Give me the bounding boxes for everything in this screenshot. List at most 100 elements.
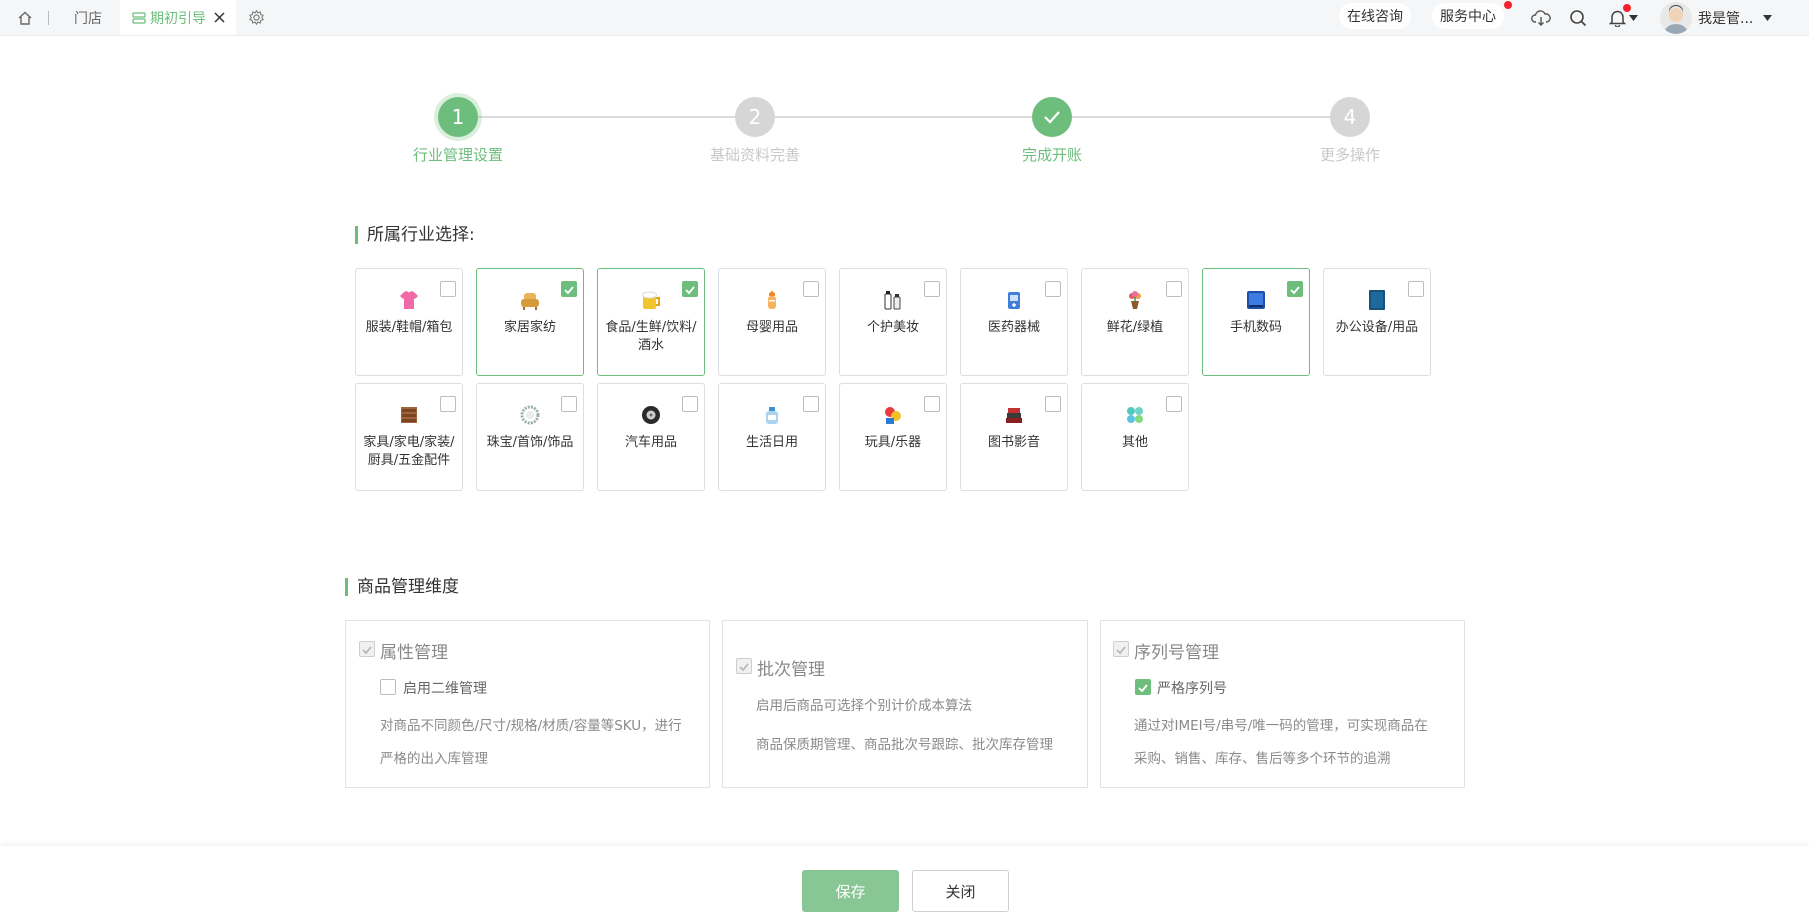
industry-section-title: 所属行业选择: — [355, 226, 475, 244]
step-connector — [1052, 116, 1350, 118]
dimension-section-title: 商品管理维度 — [345, 578, 459, 596]
online-consult-label: 在线咨询 — [1347, 9, 1403, 25]
tab-store[interactable]: 门店 — [58, 0, 118, 35]
industry-checkbox[interactable] — [803, 281, 819, 297]
service-center-button[interactable]: 服务中心 — [1432, 3, 1504, 29]
industry-card[interactable]: 图书影音 — [960, 383, 1068, 491]
step-2-label: 基础资料完善 — [709, 146, 800, 164]
industry-card[interactable]: 家居家纺 — [476, 268, 584, 376]
batch-checkbox[interactable] — [736, 658, 752, 674]
save-button[interactable]: 保存 — [802, 870, 899, 912]
industry-card[interactable]: 母婴用品 — [718, 268, 826, 376]
download-button[interactable] — [1530, 0, 1552, 35]
industry-card[interactable]: 手机数码 — [1202, 268, 1310, 376]
industry-label: 母婴用品 — [745, 320, 798, 335]
industry-label: 办公设备/用品 — [1335, 320, 1419, 335]
step-3-check-icon[interactable] — [1032, 97, 1072, 137]
industry-checkbox[interactable] — [1408, 281, 1424, 297]
industry-label: 手机数码 — [1229, 320, 1282, 335]
industry-label: 其他 — [1121, 435, 1148, 450]
home-icon — [17, 10, 33, 26]
serial-desc-line: 采购、销售、库存、售后等多个环节的追溯 — [1134, 751, 1391, 767]
industry-checkbox[interactable] — [440, 281, 456, 297]
industry-checkbox[interactable] — [682, 396, 698, 412]
industry-card[interactable]: 生活日用 — [718, 383, 826, 491]
industry-card[interactable]: 其他 — [1081, 383, 1189, 491]
industry-checkbox[interactable] — [924, 396, 940, 412]
strict-serial-label: 严格序列号 — [1157, 681, 1227, 697]
attribute-description: 对商品不同颜色/尺寸/规格/材质/容量等SKU，进行 严格的出入库管理 — [380, 710, 682, 776]
industry-label: 玩具/乐器 — [864, 435, 922, 450]
industry-card[interactable]: 服装/鞋帽/箱包 — [355, 268, 463, 376]
industry-checkbox[interactable] — [1287, 281, 1303, 297]
serial-description: 通过对IMEI号/串号/唯一码的管理，可实现商品在 采购、销售、库存、售后等多个… — [1134, 710, 1428, 776]
user-name: 我是管... — [1698, 10, 1754, 27]
step-number: 2 — [748, 105, 762, 129]
search-icon — [1569, 9, 1587, 27]
medicine-icon — [1002, 288, 1026, 312]
industry-checkbox[interactable] — [1045, 281, 1061, 297]
industry-label: 服装/鞋帽/箱包 — [365, 320, 453, 335]
industry-label: 医药器械 — [987, 320, 1040, 335]
industry-card[interactable]: 玩具/乐器 — [839, 383, 947, 491]
batch-panel: 批次管理 启用后商品可选择个别计价成本算法 商品保质期管理、商品批次号跟踪、批次… — [722, 620, 1088, 788]
industry-label: 生活日用 — [745, 435, 798, 450]
notification-badge — [1623, 4, 1631, 12]
close-button[interactable]: 关闭 — [912, 870, 1009, 912]
footer-bar — [0, 846, 1809, 923]
tire-icon — [639, 403, 663, 427]
cabinet-icon — [397, 403, 421, 427]
attribute-title: 属性管理 — [380, 643, 448, 663]
industry-card[interactable]: 珠宝/首饰/饰品 — [476, 383, 584, 491]
industry-card[interactable]: 汽车用品 — [597, 383, 705, 491]
settings-button[interactable] — [244, 0, 268, 35]
attribute-checkbox[interactable] — [359, 641, 375, 657]
industry-card[interactable]: 个护美妆 — [839, 268, 947, 376]
industry-card[interactable]: 家具/家电/家装/厨具/五金配件 — [355, 383, 463, 491]
step-1-circle[interactable]: 1 — [438, 97, 478, 137]
industry-card[interactable]: 食品/生鲜/饮料/酒水 — [597, 268, 705, 376]
office-icon — [1365, 288, 1389, 312]
two-dim-checkbox[interactable] — [380, 679, 396, 695]
bell-icon — [1608, 9, 1626, 27]
industry-checkbox[interactable] — [803, 396, 819, 412]
server-icon — [132, 11, 146, 25]
industry-checkbox[interactable] — [924, 281, 940, 297]
industry-checkbox[interactable] — [1166, 396, 1182, 412]
industry-label: 家具/家电/家装/厨具/五金配件 — [363, 435, 455, 468]
home-tab[interactable] — [0, 0, 50, 35]
industry-checkbox[interactable] — [1166, 281, 1182, 297]
industry-checkbox[interactable] — [440, 396, 456, 412]
industry-checkbox[interactable] — [1045, 396, 1061, 412]
serial-panel: 序列号管理 严格序列号 通过对IMEI号/串号/唯一码的管理，可实现商品在 采购… — [1100, 620, 1465, 788]
online-consult-button[interactable]: 在线咨询 — [1339, 3, 1411, 29]
user-menu[interactable]: 我是管... — [1660, 0, 1808, 35]
industry-card[interactable]: 办公设备/用品 — [1323, 268, 1431, 376]
industry-card[interactable]: 鲜花/绿植 — [1081, 268, 1189, 376]
caret-down-icon — [1628, 14, 1638, 21]
tab-guide[interactable]: 期初引导 — [120, 0, 236, 35]
industry-checkbox[interactable] — [561, 281, 577, 297]
step-4-circle[interactable]: 4 — [1330, 97, 1370, 137]
serial-checkbox[interactable] — [1113, 641, 1129, 657]
industry-card[interactable]: 医药器械 — [960, 268, 1068, 376]
baby-bottle-icon — [760, 288, 784, 312]
service-center-label: 服务中心 — [1440, 9, 1496, 25]
serial-desc-line: 通过对IMEI号/串号/唯一码的管理，可实现商品在 — [1134, 718, 1428, 734]
clothing-icon — [397, 288, 421, 312]
jewelry-icon — [518, 403, 542, 427]
strict-serial-checkbox[interactable] — [1135, 679, 1151, 695]
gear-icon — [248, 9, 265, 26]
industry-checkbox[interactable] — [682, 281, 698, 297]
step-number: 1 — [451, 105, 465, 129]
step-2-circle[interactable]: 2 — [735, 97, 775, 137]
search-button[interactable] — [1567, 0, 1589, 35]
phone-icon — [1244, 288, 1268, 312]
attribute-panel: 属性管理 启用二维管理 对商品不同颜色/尺寸/规格/材质/容量等SKU，进行 严… — [345, 620, 710, 788]
tab-divider — [48, 11, 49, 25]
other-icon — [1123, 403, 1147, 427]
industry-checkbox[interactable] — [561, 396, 577, 412]
close-tab-icon[interactable] — [214, 12, 225, 23]
step-3-label: 完成开账 — [1021, 146, 1082, 164]
service-center-badge — [1504, 1, 1512, 9]
